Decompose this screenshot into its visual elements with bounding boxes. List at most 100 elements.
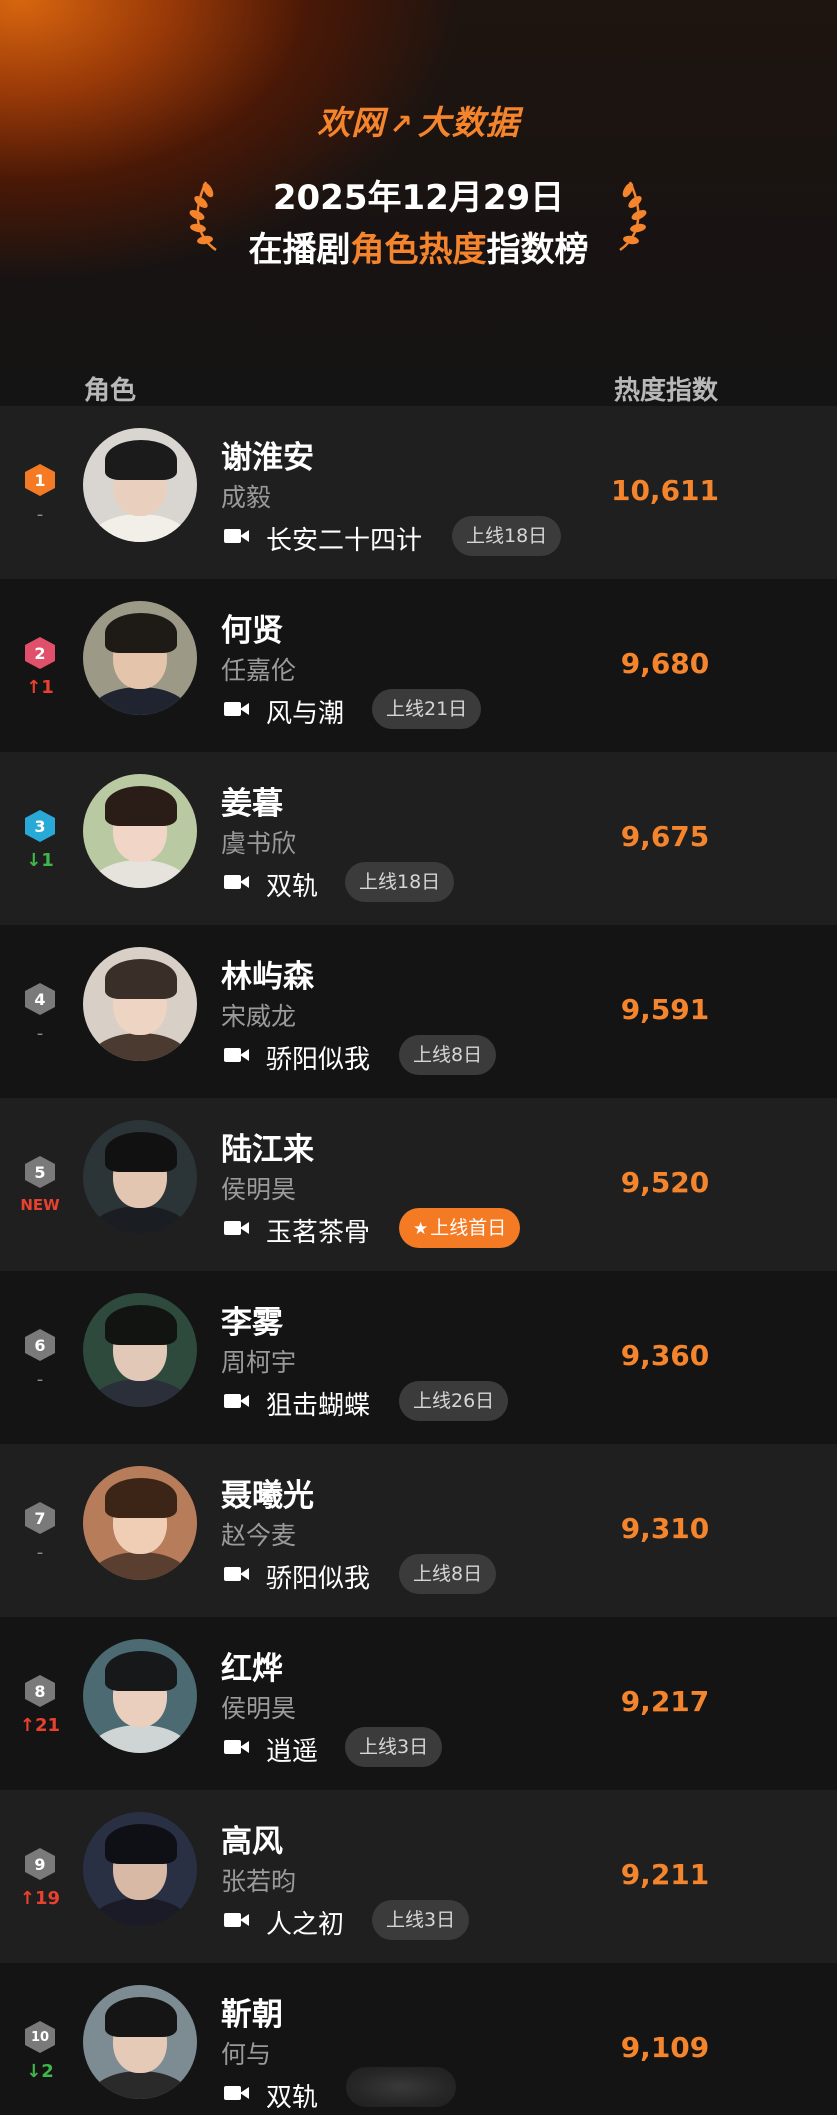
header-banner: 欢网 ↗ 大数据 2025年12月29日 在播剧角色热度指数榜: [0, 0, 837, 405]
rank-change: ↓1: [26, 850, 54, 871]
days-on-air-badge: 上线3日: [345, 1727, 443, 1767]
rank-change: -: [36, 1023, 44, 1044]
drama-title: 长安二十四计: [266, 526, 423, 556]
days-label: 上线8日: [413, 1044, 483, 1066]
heat-score: 9,211: [620, 1858, 710, 1891]
chart-title: 在播剧角色热度指数榜: [0, 222, 837, 271]
days-label: 上线3日: [386, 1909, 456, 1931]
avatar: [83, 1985, 197, 2099]
drama-title: 狙击蝴蝶: [266, 1391, 371, 1421]
role-name: 何贤: [221, 613, 283, 649]
ranking-row[interactable]: 5 NEW 陆江来 侯明昊 玉茗茶骨 ★ 上线首日 9,520: [0, 1098, 837, 1271]
role-name: 高风: [221, 1824, 283, 1860]
rank-change: -: [36, 1542, 44, 1563]
actor-name: 虞书欣: [221, 829, 297, 858]
brand-right: 大数据: [417, 103, 520, 142]
rank-badge: 10: [25, 2021, 55, 2053]
heat-score: 9,591: [620, 993, 710, 1026]
actor-name: 宋威龙: [221, 1002, 297, 1031]
avatar: [83, 774, 197, 888]
days-on-air-badge: 上线21日: [372, 689, 482, 729]
ranking-list: 1- 谢淮安 成毅 长安二十四计 上线18日 10,611 2 ↑1 何贤 任嘉伦 风与潮 上线21日…: [0, 406, 837, 2115]
title-highlight: 角色热度: [350, 230, 487, 270]
days-on-air-badge: 上线3日: [372, 1900, 470, 1940]
actor-name: 何与: [221, 2040, 272, 2069]
rank-change: ↓2: [26, 2061, 54, 2082]
brand-arrow-icon: ↗: [389, 108, 414, 141]
actor-name: 侯明昊: [221, 1175, 297, 1204]
ranking-row[interactable]: 6 - 李雾 周柯宇 狙击蝴蝶 上线26日 9,360: [0, 1271, 837, 1444]
chart-date: 2025年12月29日: [272, 178, 565, 218]
drama-title: 逍遥: [266, 1737, 319, 1767]
heat-score: 9,109: [620, 2031, 710, 2064]
title-prefix: 在播剧: [248, 230, 351, 270]
brand-left: 欢网: [317, 103, 386, 142]
drama-title: 双轨: [266, 2083, 319, 2113]
ranking-row[interactable]: 4 - 林屿森 宋威龙 骄阳似我 上线8日 9,591: [0, 925, 837, 1098]
drama-title: 玉茗茶骨: [266, 1218, 371, 1248]
days-label: 上线8日: [413, 1563, 483, 1585]
rank-change: -: [36, 504, 44, 525]
days-on-air-badge: 上线18日: [452, 516, 562, 556]
days-on-air-badge: 上线18日: [345, 862, 455, 902]
brand-logo: 欢网 ↗ 大数据: [0, 96, 837, 144]
video-camera-icon: [224, 1911, 250, 1929]
avatar: [83, 1120, 197, 1234]
heat-score: 9,360: [620, 1339, 710, 1372]
rank-badge: 8: [25, 1675, 55, 1707]
avatar: [83, 601, 197, 715]
heat-score: 9,520: [620, 1166, 710, 1199]
ranking-row[interactable]: 1 - 谢淮安 成毅 长安二十四计 上线18日 10,611: [0, 406, 837, 579]
actor-name: 张若昀: [221, 1867, 297, 1896]
days-label: 上线21日: [386, 698, 468, 720]
heat-score: 9,310: [620, 1512, 710, 1545]
days-label: 上线18日: [466, 525, 548, 547]
video-camera-icon: [224, 1565, 250, 1583]
column-header-role: 角色: [84, 376, 137, 406]
drama-title: 双轨: [266, 872, 319, 902]
rank-change: ↑19: [19, 1888, 61, 1909]
role-name: 聂曦光: [221, 1478, 314, 1514]
days-on-air-badge: 上线26日: [399, 1381, 509, 1421]
video-camera-icon: [224, 1046, 250, 1064]
rank-badge: 3: [25, 810, 55, 842]
video-camera-icon: [224, 1392, 250, 1410]
ranking-row[interactable]: 9 ↑19 高风张若昀人之初 上线3日 9,211: [0, 1790, 837, 1963]
rank-badge: 2: [25, 637, 55, 669]
video-camera-icon: [224, 2084, 250, 2102]
drama-title: 人之初: [266, 1910, 345, 1940]
ranking-row[interactable]: 3 ↓1 姜暮 虞书欣 双轨 上线18日 9,675: [0, 752, 837, 925]
actor-name: 任嘉伦: [221, 656, 297, 685]
rank-change: ↑21: [19, 1715, 61, 1736]
ranking-row[interactable]: 2 ↑1 何贤 任嘉伦 风与潮 上线21日 9,680: [0, 579, 837, 752]
actor-name: 侯明昊: [221, 1694, 297, 1723]
rank-badge: 9: [25, 1848, 55, 1880]
avatar: [83, 947, 197, 1061]
ranking-row[interactable]: 8 ↑21 红烨 侯明昊 逍遥 上线3日 9,217: [0, 1617, 837, 1790]
drama-title: 骄阳似我: [266, 1045, 371, 1075]
avatar: [83, 428, 197, 542]
days-on-air-badge: ★ 上线首日: [399, 1208, 521, 1248]
actor-name: 赵今麦: [221, 1521, 297, 1550]
avatar: [83, 1293, 197, 1407]
title-suffix: 指数榜: [486, 230, 589, 270]
ranking-row[interactable]: 7 - 聂曦光 赵今麦 骄阳似我 上线8日 9,310: [0, 1444, 837, 1617]
rank-badge: 4: [25, 983, 55, 1015]
obscured-days-badge: [346, 2067, 456, 2107]
rank-change: ↑1: [26, 677, 54, 698]
star-icon: ★: [413, 1219, 429, 1239]
avatar: [83, 1812, 197, 1926]
rank-badge: 7: [25, 1502, 55, 1534]
days-on-air-badge: 上线8日: [399, 1035, 497, 1075]
video-camera-icon: [224, 873, 250, 891]
drama-title: 风与潮: [266, 699, 345, 729]
column-header-score: 热度指数: [614, 376, 719, 406]
role-name: 靳朝: [221, 1997, 283, 2033]
avatar: [83, 1639, 197, 1753]
video-camera-icon: [224, 1219, 250, 1237]
avatar: [83, 1466, 197, 1580]
role-name: 李雾: [221, 1305, 283, 1341]
video-camera-icon: [224, 1738, 250, 1756]
rank-badge: 5: [25, 1156, 55, 1188]
rank-badge: 6: [25, 1329, 55, 1361]
